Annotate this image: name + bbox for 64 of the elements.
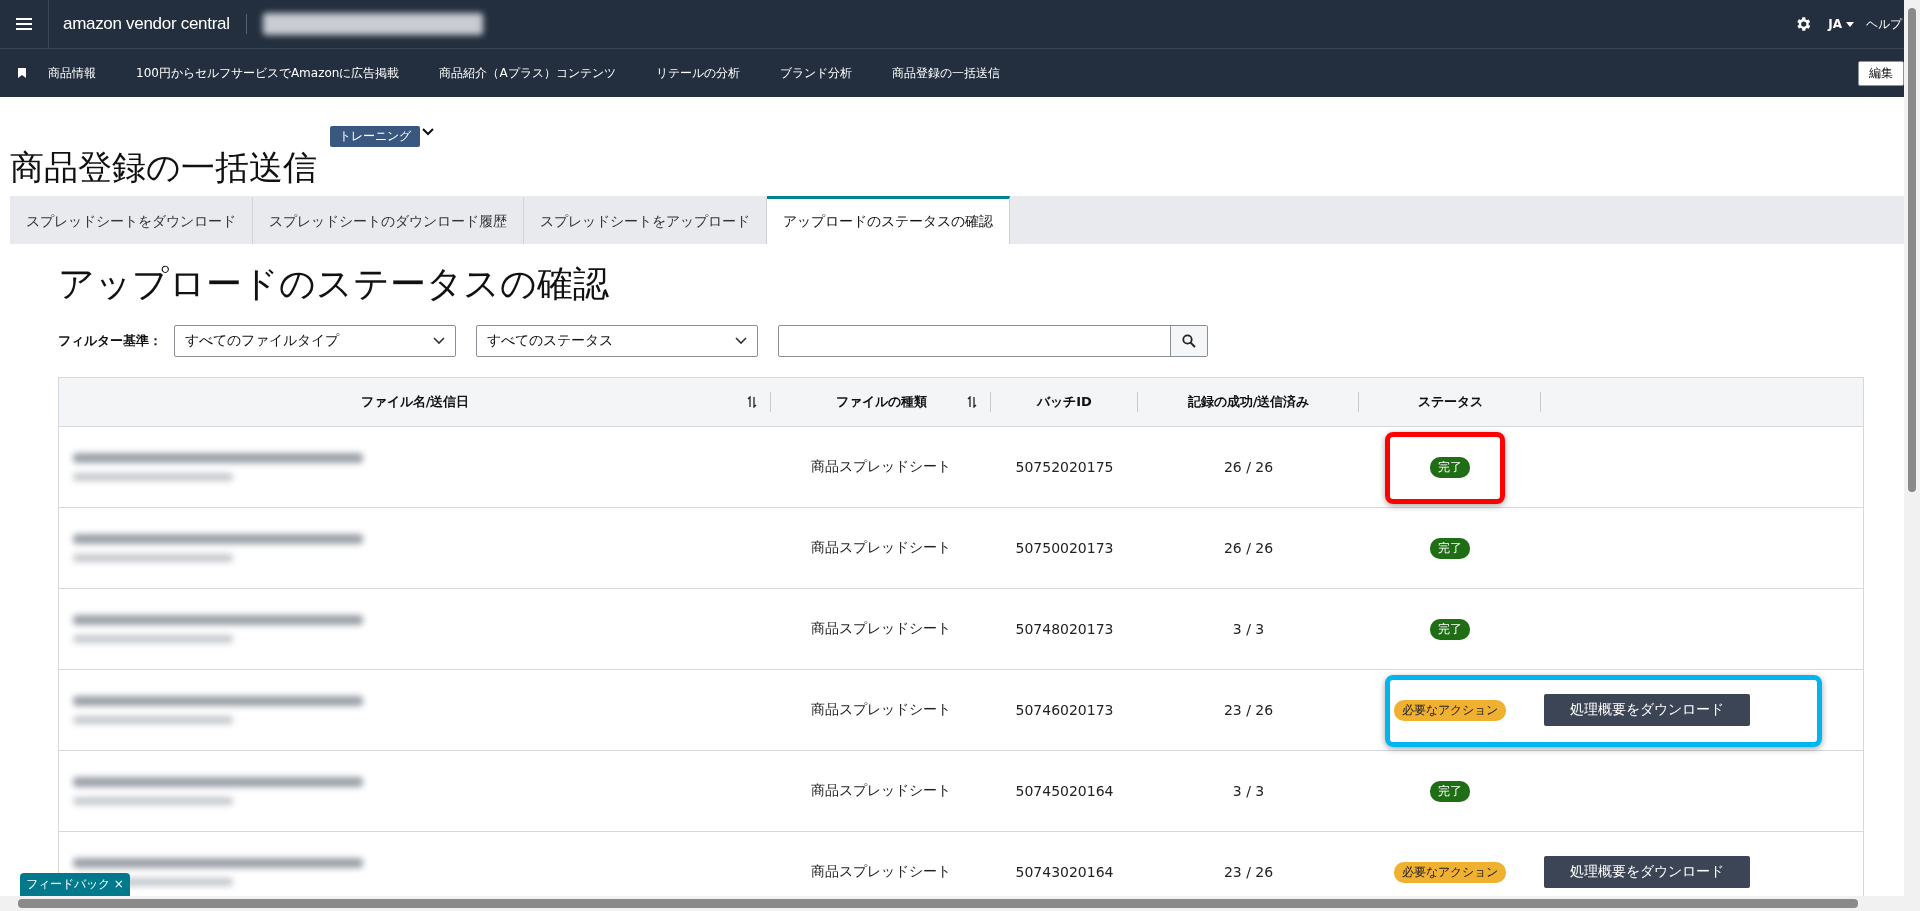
- vertical-scrollbar[interactable]: [1908, 8, 1916, 492]
- table-cell: 26 / 26: [1223, 459, 1274, 475]
- tab[interactable]: アップロードのステータスの確認: [767, 196, 1010, 244]
- table-cell: 商品スプレッドシート: [811, 539, 951, 557]
- download-summary-button[interactable]: 処理概要をダウンロード: [1544, 856, 1750, 888]
- nav-item[interactable]: ブランド分析: [779, 64, 852, 82]
- logo[interactable]: amazon vendor central: [63, 14, 247, 34]
- tab[interactable]: スプレッドシートをダウンロード: [10, 196, 253, 244]
- table-cell: 50752020175: [1015, 459, 1114, 475]
- table-cell: 50745020164: [1015, 783, 1114, 799]
- nav-item[interactable]: 商品情報: [48, 64, 96, 82]
- status-badge: 完了: [1430, 780, 1470, 802]
- chevron-icon[interactable]: [422, 128, 434, 136]
- section-heading: アップロードのステータスの確認: [58, 262, 610, 306]
- table-cell: 商品スプレッドシート: [811, 782, 951, 800]
- download-summary-button[interactable]: 処理概要をダウンロード: [1544, 694, 1750, 726]
- sort-icon[interactable]: [747, 396, 757, 408]
- table-cell: 50750020173: [1015, 540, 1114, 556]
- status-dropdown[interactable]: すべてのステータス: [476, 325, 758, 357]
- nav-item[interactable]: リテールの分析: [655, 64, 740, 82]
- sort-icon[interactable]: [967, 396, 977, 408]
- nav-item[interactable]: 100円からセルフサービスでAmazonに広告掲載: [136, 64, 400, 82]
- file-type-dropdown[interactable]: すべてのファイルタイプ: [174, 325, 456, 357]
- bookmark-icon[interactable]: [18, 68, 26, 78]
- chevron-icon: [735, 337, 747, 345]
- table-cell: 23 / 26: [1223, 864, 1274, 880]
- table-cell: 50746020173: [1015, 702, 1114, 718]
- page-title: 商品登録の一括送信: [10, 146, 317, 189]
- caret-icon: [1846, 21, 1854, 27]
- column-header: バッチID: [1037, 393, 1092, 411]
- feedback-tab[interactable]: フィードバック ×: [20, 873, 130, 896]
- table-cell: 23 / 26: [1223, 702, 1274, 718]
- column-header[interactable]: ファイル名/送信日: [360, 393, 470, 411]
- edit-button[interactable]: 編集: [1858, 60, 1904, 86]
- tab[interactable]: スプレッドシートのダウンロード履歴: [253, 196, 524, 244]
- table-cell: 3 / 3: [1232, 621, 1265, 637]
- column-header: ステータス: [1417, 393, 1483, 411]
- status-badge: 必要なアクション: [1394, 699, 1506, 721]
- column-header[interactable]: ファイルの種類: [835, 393, 927, 411]
- chevron-icon: [433, 337, 445, 345]
- nav-item[interactable]: 商品紹介（Aプラス）コンテンツ: [439, 64, 616, 82]
- horizontal-scrollbar[interactable]: [18, 899, 1858, 908]
- training-badge[interactable]: トレーニング: [330, 126, 420, 147]
- status-badge: 完了: [1430, 456, 1470, 478]
- table-cell: 商品スプレッドシート: [811, 458, 951, 476]
- table-cell: 商品スプレッドシート: [811, 620, 951, 638]
- status-badge: 完了: [1430, 618, 1470, 640]
- table-cell: 商品スプレッドシート: [811, 863, 951, 881]
- menu-icon[interactable]: [16, 18, 32, 30]
- status-badge: 完了: [1430, 537, 1470, 559]
- language-menu[interactable]: JA: [1828, 17, 1854, 31]
- table-cell: 商品スプレッドシート: [811, 701, 951, 719]
- search-button[interactable]: [1170, 326, 1207, 356]
- search-field[interactable]: [778, 325, 1208, 357]
- filter-label: フィルター基準：: [58, 332, 162, 350]
- column-header: 記録の成功/送信済み: [1187, 393, 1310, 411]
- table-cell: 50748020173: [1015, 621, 1114, 637]
- help-link[interactable]: ヘルプ: [1866, 15, 1902, 33]
- nav-item[interactable]: 商品登録の一括送信: [891, 64, 1000, 82]
- table-cell: 50743020164: [1015, 864, 1114, 880]
- status-badge: 必要なアクション: [1394, 861, 1506, 883]
- table-cell: 3 / 3: [1232, 783, 1265, 799]
- table-cell: 26 / 26: [1223, 540, 1274, 556]
- search-icon: [1182, 334, 1196, 348]
